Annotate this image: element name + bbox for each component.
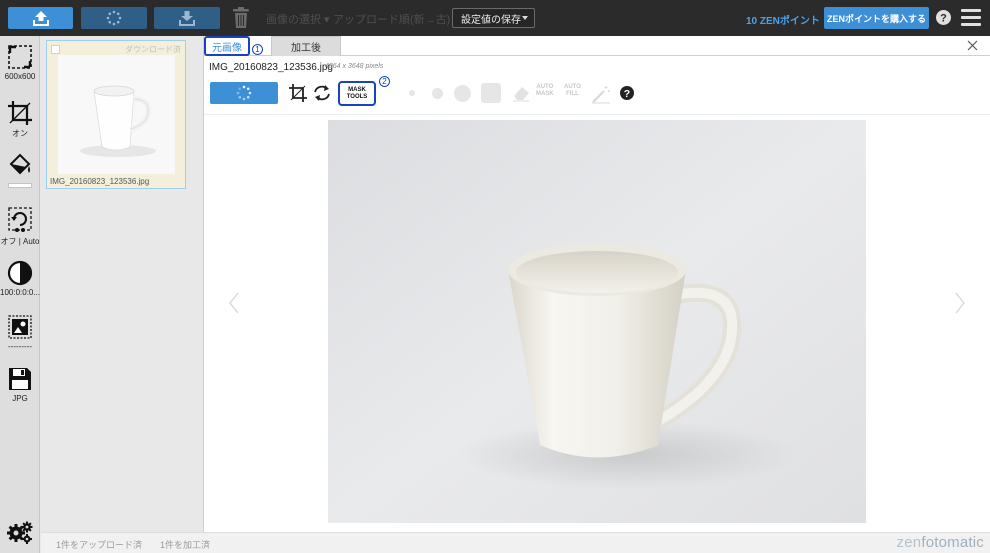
fill-bucket-icon — [9, 153, 31, 175]
chevron-right-icon[interactable] — [954, 292, 966, 314]
auto-rotate-icon — [8, 207, 32, 232]
sort-order-menu[interactable]: アップロード順(新→古) ▾ — [333, 11, 459, 27]
save-format-label: JPG — [12, 394, 28, 403]
close-icon[interactable] — [967, 40, 978, 51]
rotate-icon[interactable] — [312, 83, 332, 103]
select-images-menu[interactable]: 画像の選択 ▾ — [266, 11, 330, 27]
hamburger-menu-icon[interactable] — [961, 9, 981, 27]
save-settings-label: 設定値の保存 — [461, 14, 521, 26]
caret-down-icon — [522, 16, 528, 20]
brush-size-l[interactable] — [481, 83, 501, 103]
delete-button[interactable] — [230, 6, 252, 30]
contrast-label: 100:0:0:0... — [0, 288, 41, 297]
help-icon[interactable]: ? — [620, 86, 634, 100]
eraser-icon[interactable] — [511, 84, 531, 102]
auto-rotate-label: オフ | Auto — [0, 237, 40, 246]
save-format-tool[interactable]: JPG — [0, 366, 40, 403]
process-button[interactable] — [81, 7, 147, 29]
annotation-number-1: 1 — [252, 44, 263, 55]
editor-panel: 元画像 1 加工後 IMG_20160823_123536.jpg 4864 x… — [203, 36, 990, 532]
crop-tool[interactable]: オン — [0, 100, 40, 139]
contrast-tool[interactable]: 100:0:0:0... — [0, 260, 40, 297]
save-disk-icon — [9, 368, 31, 390]
contrast-icon — [7, 260, 33, 286]
crop-icon[interactable] — [288, 83, 308, 103]
crop-icon — [8, 101, 32, 125]
main-photo — [328, 120, 866, 523]
background-tool[interactable]: --------- — [0, 314, 40, 351]
crop-label: オン — [12, 129, 28, 138]
auto-rotate-tool[interactable]: オフ | Auto — [0, 206, 40, 247]
download-icon — [179, 11, 195, 26]
apply-button[interactable] — [210, 82, 278, 104]
spinner-icon — [236, 85, 252, 101]
thumbnail-image — [58, 55, 175, 174]
download-status: ダウンロード済 — [125, 45, 181, 54]
file-name: IMG_20160823_123536.jpg — [209, 62, 333, 73]
fill-tool[interactable] — [0, 152, 40, 188]
mask-tools-label-line2: TOOLS — [346, 93, 368, 100]
image-canvas — [204, 114, 990, 532]
brush-size-xs[interactable] — [409, 90, 415, 96]
auto-mask-label-2: MASK — [536, 91, 554, 97]
mask-tools-label-line1: MASK — [348, 86, 366, 93]
auto-mask-label-1: AUTO — [536, 84, 554, 90]
background-label: --------- — [8, 342, 32, 351]
resize-icon — [8, 45, 32, 69]
auto-fill-tool[interactable]: AUTO FILL — [564, 84, 581, 98]
brand-logo: zenfotomatic — [897, 534, 984, 551]
tab-original[interactable]: 元画像 — [204, 36, 250, 56]
status-bar: 1件をアップロード済 1件を加工済 zenfotomatic — [41, 532, 990, 553]
auto-fill-label-2: FILL — [566, 91, 579, 97]
settings-gears-icon[interactable] — [7, 520, 33, 544]
edit-toolbar: MASK TOOLS 2 AUTO MASK AUTO FILL ? — [204, 76, 990, 111]
thumbnail-filename: IMG_20160823_123536.jpg — [50, 177, 150, 186]
buy-points-button[interactable]: ZENポイントを購入する — [824, 7, 929, 29]
spinner-icon — [106, 10, 122, 26]
svg-text:?: ? — [624, 88, 630, 100]
thumbnail-checkbox[interactable] — [51, 45, 60, 54]
auto-fill-label-1: AUTO — [564, 84, 581, 90]
processed-count: 1件を加工済 — [160, 540, 211, 550]
upload-icon — [32, 11, 49, 26]
annotation-number-2: 2 — [379, 76, 390, 87]
save-settings-dropdown[interactable]: 設定値の保存 — [452, 8, 535, 28]
left-tool-panel: 600x600 オン オフ | Auto 100:0:0:0... ------… — [0, 36, 40, 553]
fill-color-swatch[interactable] — [8, 183, 32, 188]
brush-size-m[interactable] — [454, 85, 471, 102]
help-icon[interactable]: ? — [936, 10, 951, 25]
uploaded-count: 1件をアップロード済 — [56, 540, 143, 550]
file-dimensions: 4864 x 3648 pixels — [325, 63, 384, 70]
brush-size-s[interactable] — [432, 88, 443, 99]
auto-mask-tool[interactable]: AUTO MASK — [536, 84, 554, 98]
upload-button[interactable] — [8, 7, 73, 29]
resize-label: 600x600 — [4, 72, 36, 81]
trash-icon — [233, 7, 249, 28]
thumbnail-card[interactable]: ダウンロード済 IMG_20160823_123536.jpg — [46, 40, 186, 189]
background-image-icon — [8, 315, 32, 339]
points-balance: 10 ZENポイント — [746, 16, 820, 27]
image-tabs: 元画像 1 加工後 — [204, 36, 990, 56]
brand-zen: zen — [896, 534, 922, 551]
magic-wand-icon[interactable] — [590, 84, 612, 104]
thumbnail-list: ダウンロード済 IMG_20160823_123536.jpg — [41, 36, 202, 532]
download-button[interactable] — [154, 7, 220, 29]
resize-tool[interactable]: 600x600 — [0, 44, 40, 81]
tab-processed[interactable]: 加工後 — [271, 36, 341, 56]
svg-text:?: ? — [940, 13, 947, 25]
top-toolbar: 画像の選択 ▾ アップロード順(新→古) ▾ 設定値の保存 10 ZENポイント… — [0, 0, 990, 36]
brand-fotomatic: fotomatic — [921, 534, 984, 551]
chevron-left-icon[interactable] — [228, 292, 240, 314]
mask-tools-button[interactable]: MASK TOOLS — [338, 81, 376, 106]
